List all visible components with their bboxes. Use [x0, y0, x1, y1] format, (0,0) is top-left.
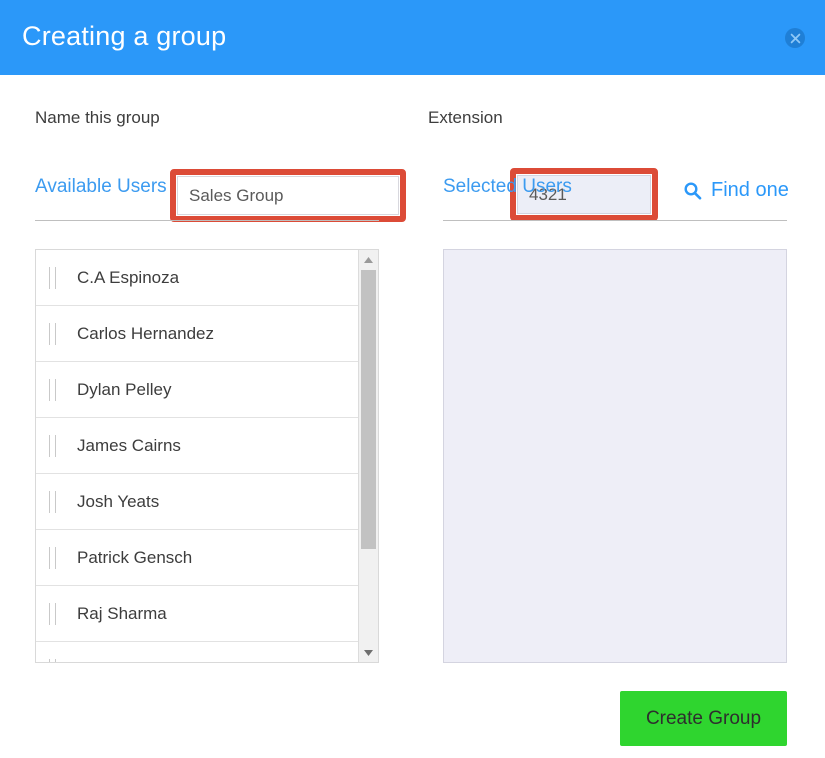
available-users-scrollbar[interactable] [358, 250, 378, 662]
drag-handle-icon[interactable] [48, 378, 59, 401]
drag-handle-icon[interactable] [48, 434, 59, 457]
dialog-title: Creating a group [22, 21, 227, 51]
scrollbar-thumb[interactable] [361, 270, 376, 549]
drag-handle-icon[interactable] [48, 658, 59, 662]
dialog-titlebar: Creating a group [0, 0, 825, 75]
group-name-label: Name this group [35, 108, 160, 127]
create-group-dialog: Creating a group Name this group Extensi… [0, 0, 825, 758]
user-list-item[interactable]: C.A Espinoza [36, 250, 359, 306]
user-name-label: James Cairns [77, 435, 181, 455]
search-icon [684, 182, 702, 200]
create-group-button[interactable]: Create Group [620, 691, 787, 746]
triangle-down-icon [364, 649, 373, 656]
selected-users-heading: Selected Users [443, 176, 572, 197]
close-icon [790, 33, 800, 43]
selected-heading-divider [443, 220, 787, 221]
user-list-item[interactable]: Patrick Gensch [36, 530, 359, 586]
drag-handle-icon[interactable] [48, 490, 59, 513]
user-name-label: Raj Sharma [77, 603, 167, 623]
user-list-item[interactable]: Raj Sharma [36, 586, 359, 642]
group-form-row: Name this group Extension Find one [0, 75, 825, 222]
user-name-label: Carlos Hernandez [77, 323, 215, 343]
find-one-link[interactable]: Find one [683, 179, 789, 202]
group-name-input[interactable] [177, 176, 399, 215]
selected-users-dropzone[interactable] [443, 249, 787, 663]
user-list-item[interactable] [36, 642, 359, 662]
triangle-up-icon [364, 256, 373, 263]
user-name-label: Dylan Pelley [77, 379, 172, 399]
user-list-item[interactable]: Carlos Hernandez [36, 306, 359, 362]
user-list-item[interactable]: Josh Yeats [36, 474, 359, 530]
close-button[interactable] [785, 28, 805, 48]
user-name-label: Patrick Gensch [77, 547, 193, 567]
available-users-panel: C.A Espinoza Carlos Hernandez Dylan Pelley… [35, 249, 379, 663]
available-users-heading: Available Users [35, 176, 167, 197]
extension-label: Extension [428, 108, 503, 127]
available-heading-divider [35, 220, 379, 221]
user-list-item[interactable]: James Cairns [36, 418, 359, 474]
drag-handle-icon[interactable] [48, 546, 59, 569]
scroll-up-button[interactable] [359, 251, 378, 268]
drag-handle-icon[interactable] [48, 322, 59, 345]
user-list-item[interactable]: Dylan Pelley [36, 362, 359, 418]
drag-handle-icon[interactable] [48, 266, 59, 289]
user-name-label: C.A Espinoza [77, 267, 180, 287]
available-users-list[interactable]: C.A Espinoza Carlos Hernandez Dylan Pelley… [36, 250, 359, 662]
scroll-down-button[interactable] [359, 644, 378, 661]
user-name-label: Josh Yeats [77, 491, 160, 511]
find-one-label: Find one [711, 179, 789, 201]
drag-handle-icon[interactable] [48, 602, 59, 625]
